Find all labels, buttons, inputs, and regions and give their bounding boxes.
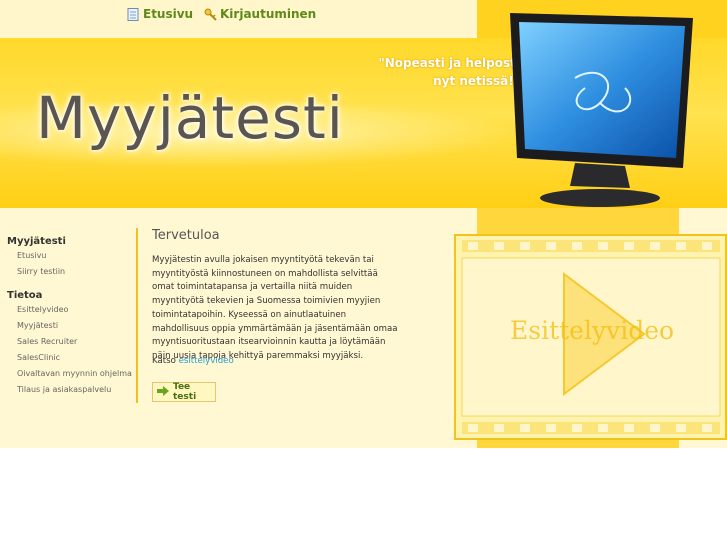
video-link[interactable]: esittelyvideo (179, 356, 234, 366)
take-test-button[interactable]: Tee testi (152, 382, 216, 402)
content-divider (136, 228, 138, 403)
video-link-prefix: Katso (152, 356, 179, 366)
video-link-line: Katso esittelyvideo (152, 356, 234, 366)
sidebar-heading-myyjatesti: Myyjätesti (7, 236, 66, 247)
sidebar-heading-tietoa: Tietoa (7, 290, 43, 301)
sidebar-item-siirry-testiin[interactable]: Siirry testiin (17, 267, 65, 276)
header-slogan: "Nopeasti ja helposti nyt netissä!" (360, 54, 520, 90)
video-label: Esittelyvideo (510, 316, 675, 345)
header-banner: Myyjätesti "Nopeasti ja helposti nyt net… (0, 13, 727, 208)
arrow-right-icon (157, 385, 169, 399)
take-test-label: Tee testi (173, 382, 197, 402)
sidebar-item-esittelyvideo[interactable]: Esittelyvideo (17, 305, 68, 314)
nav-login-link[interactable]: Kirjautuminen (204, 7, 316, 21)
key-icon (204, 8, 217, 21)
monitor-illustration (510, 13, 693, 207)
nav-home-label: Etusivu (143, 7, 194, 21)
sidebar-item-etusivu[interactable]: Etusivu (17, 251, 46, 260)
nav-home-link[interactable]: Etusivu (127, 7, 193, 21)
sidebar-item-salesclinic[interactable]: SalesClinic (17, 353, 60, 362)
nav-login-label: Kirjautuminen (220, 7, 317, 21)
sidebar-item-tilaus-ja-asiakaspalvelu[interactable]: Tilaus ja asiakaspalvelu (17, 385, 111, 394)
page-background: Etusivu Kirjautuminen Myyjätesti "Nopeas… (0, 0, 727, 448)
sidebar-item-sales-recruiter[interactable]: Sales Recruiter (17, 337, 77, 346)
intro-text: Myyjätestin avulla jokaisen myyntityötä … (152, 255, 398, 361)
slogan-line-2: nyt netissä!" (433, 74, 520, 88)
page-title: Tervetuloa (152, 228, 220, 243)
sidebar-item-myyjatesti[interactable]: Myyjätesti (17, 321, 58, 330)
site-logo[interactable]: Myyjätesti (36, 84, 344, 152)
sidebar-item-oivaltavan-myynnin-ohjelma[interactable]: Oivaltavan myynnin ohjelma (17, 369, 132, 378)
slogan-line-1: "Nopeasti ja helposti (378, 56, 520, 70)
page-icon (127, 7, 139, 21)
